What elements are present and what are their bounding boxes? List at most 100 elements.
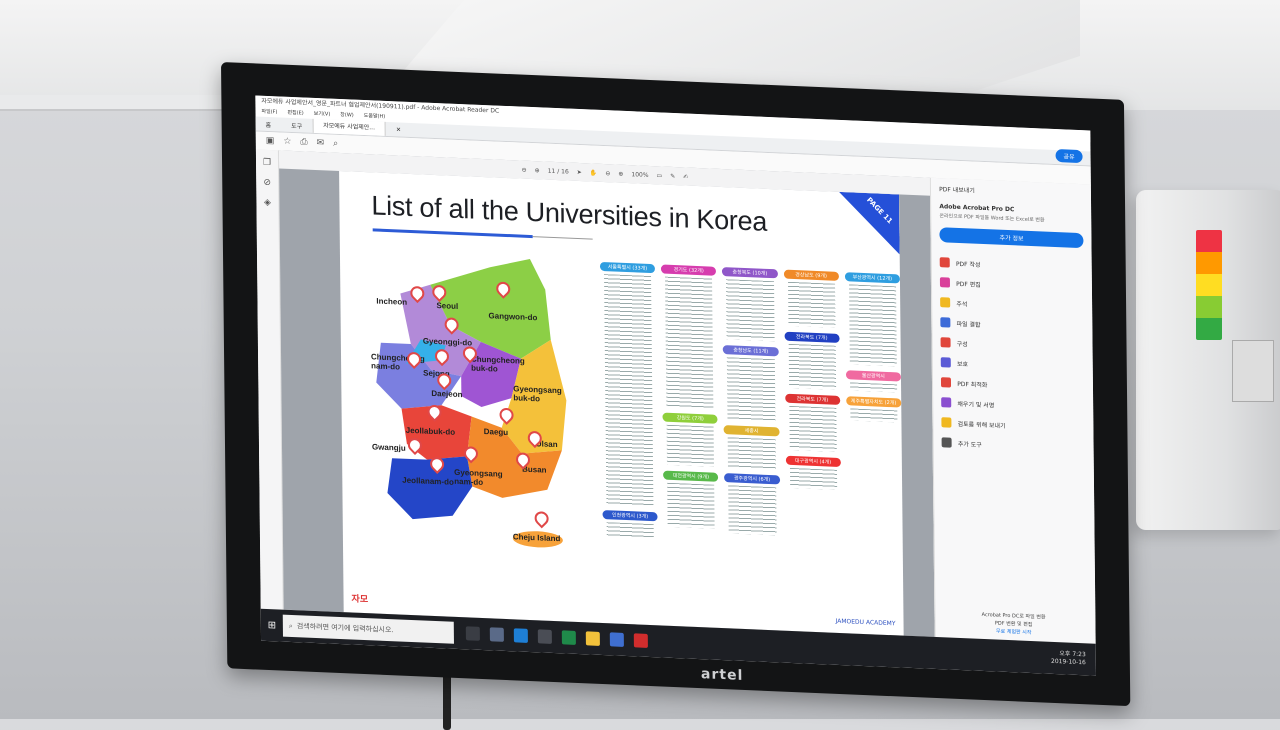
list-group: 강원도 (7개) xyxy=(662,412,719,467)
search-icon: ⌕ xyxy=(288,621,293,630)
list-group: 대전광역시 (9개) xyxy=(663,470,719,529)
group-tag: 충청남도 (11개) xyxy=(723,345,779,357)
combine-files-icon xyxy=(940,317,951,328)
share-button[interactable]: 공유 xyxy=(1055,148,1083,164)
clock-date: 2019-10-16 xyxy=(1050,657,1086,667)
promo-box: Acrobat Pro DC로 파일 변환 PDF 변환 및 편집 무료 체험판… xyxy=(944,609,1084,639)
menu-edit[interactable]: 편집(E) xyxy=(287,109,303,119)
windows-start-icon[interactable]: ⊞ xyxy=(261,619,283,631)
group-tag: 서울특별시 (33개) xyxy=(599,261,656,274)
protect-icon xyxy=(940,357,952,368)
list-column: 경상남도 (9개) 전라북도 (7개) 전라북도 (7개) 대구광역시 (4개) xyxy=(783,269,842,602)
comment-tool-icon xyxy=(940,297,951,308)
map-label-daejeon: Daejeon xyxy=(431,388,463,400)
map-label-gwangju: Gwangju xyxy=(371,442,406,453)
more-tools-icon xyxy=(941,437,952,448)
save-icon[interactable]: ▣ xyxy=(266,136,275,146)
list-group: 광주광역시 (6개) xyxy=(724,473,780,536)
jamo-logo: 자모 xyxy=(351,594,369,606)
edge-icon[interactable] xyxy=(513,628,528,643)
wall-ac-unit xyxy=(1136,190,1280,530)
sign-icon[interactable]: ✍ xyxy=(683,173,688,180)
list-group: 부산광역시 (12개) xyxy=(844,272,901,367)
bookmark-star-icon[interactable]: ☆ xyxy=(283,137,291,147)
page-ribbon: PAGE 11 xyxy=(839,192,900,255)
task-view-icon[interactable] xyxy=(465,626,480,641)
university-list: 서울특별시 (33개) 인천광역시 (3개) 경기도 (32개) 강원도 (7개… xyxy=(599,261,903,605)
group-tag: 울산광역시 xyxy=(845,370,901,382)
list-group: 경기도 (32개) xyxy=(661,264,718,409)
map-label-gyeongnam: Gyeongsang nam-do xyxy=(454,467,503,488)
acrobat-app-icon[interactable] xyxy=(633,633,648,648)
zoom-level[interactable]: 100% xyxy=(631,171,648,179)
map-label-gyeongbuk: Gyeongsang buk-do xyxy=(513,384,562,404)
tab-home[interactable]: 홈 xyxy=(256,119,282,129)
list-group: 전라북도 (7개) xyxy=(784,331,840,390)
layers-icon[interactable]: ◈ xyxy=(264,198,271,208)
excel-app-icon[interactable] xyxy=(561,630,576,645)
list-column: 경기도 (32개) 강원도 (7개) 대전광역시 (9개) xyxy=(661,264,720,596)
app-window-icon[interactable] xyxy=(609,632,624,647)
map-label-chungbuk: Chungcheong buk-do xyxy=(470,354,525,374)
pdf-page: List of all the Universities in Korea PA… xyxy=(339,170,904,636)
wall-molding xyxy=(0,95,250,111)
menu-file[interactable]: 파일(F) xyxy=(261,108,277,118)
page-indicator[interactable]: 11 / 16 xyxy=(548,167,569,175)
edit-pdf-icon xyxy=(940,277,951,288)
ac-panel xyxy=(1232,340,1274,402)
group-tag: 강원도 (7개) xyxy=(662,412,718,424)
korea-map: Incheon Seoul Gangwon-do Gyeonggi-do Chu… xyxy=(370,242,588,551)
list-column: 서울특별시 (33개) 인천광역시 (3개) xyxy=(599,261,659,594)
group-tag: 전라북도 (7개) xyxy=(784,393,841,405)
create-pdf-icon xyxy=(939,257,950,268)
group-tag: 충청북도 (10개) xyxy=(722,267,778,279)
list-group: 전라북도 (7개) xyxy=(784,393,841,452)
file-explorer-icon[interactable] xyxy=(585,631,600,646)
store-icon[interactable] xyxy=(489,627,504,642)
group-tag: 부산광역시 (12개) xyxy=(844,272,900,284)
export-pdf-header[interactable]: PDF 내보내기 xyxy=(939,184,1083,199)
work-area: ❐ ⊘ ◈ ⊖ ⊕ 11 / 16 ➤ ✋ ⊖ ⊕ 100% ▭ ✎ ✍ Lis… xyxy=(255,148,1096,644)
fill-sign-icon xyxy=(941,397,952,408)
group-tag: 세종시 xyxy=(723,425,780,437)
system-tray[interactable]: 오후 7:23 2019-10-16 xyxy=(1051,650,1086,667)
search-placeholder: 검색하려면 여기에 입력하십시오. xyxy=(296,622,394,635)
taskbar-apps xyxy=(465,626,648,648)
map-label-incheon: Incheon xyxy=(376,296,408,307)
pages-icon[interactable]: ❐ xyxy=(263,158,271,168)
organize-icon xyxy=(940,337,951,348)
prev-page-icon[interactable]: ⊖ xyxy=(522,166,527,173)
screen: 자모에듀 사업제안서_영문_파트너 협업제안서(190911).pdf - Ad… xyxy=(255,95,1096,676)
group-tag: 경기도 (32개) xyxy=(661,264,717,276)
list-group: 서울특별시 (33개) xyxy=(599,261,658,507)
taskbar-search[interactable]: ⌕ 검색하려면 여기에 입력하십시오. xyxy=(282,614,454,644)
zoom-out-icon[interactable]: ⊖ xyxy=(605,170,610,177)
mail-icon[interactable]: ✉ xyxy=(317,138,325,148)
list-group: 충청남도 (11개) xyxy=(723,345,779,422)
group-tag: 광주광역시 (6개) xyxy=(724,473,780,485)
tab-tools[interactable]: 도구 xyxy=(281,120,312,130)
tv-brand-logo: artel xyxy=(700,666,744,684)
close-tab-icon[interactable]: ✕ xyxy=(386,125,411,133)
group-tag: 인천광역시 (3개) xyxy=(602,510,658,522)
optimize-pdf-icon xyxy=(941,377,952,388)
comment-icon[interactable]: ▭ xyxy=(656,172,662,179)
attachment-icon[interactable]: ⊘ xyxy=(263,178,271,188)
select-tool-icon[interactable]: ➤ xyxy=(577,168,582,175)
next-page-icon[interactable]: ⊕ xyxy=(535,167,540,174)
more-info-button[interactable]: 추가 정보 xyxy=(939,227,1084,249)
hand-tool-icon[interactable]: ✋ xyxy=(590,169,598,176)
list-group: 제주특별자치도 (2개) xyxy=(845,396,902,423)
list-column: 충청북도 (10개) 충청남도 (11개) 세종시 광주광역시 (6개) xyxy=(722,267,781,599)
search-icon[interactable]: ⌕ xyxy=(333,139,338,149)
title-underline-thin xyxy=(532,236,593,240)
mail-app-icon[interactable] xyxy=(537,629,552,644)
list-group: 울산광역시 xyxy=(845,370,901,393)
print-icon[interactable]: ⎙ xyxy=(300,137,307,147)
tv-monitor: 자모에듀 사업제안서_영문_파트너 협업제안서(190911).pdf - Ad… xyxy=(221,62,1131,707)
zoom-in-icon[interactable]: ⊕ xyxy=(618,170,623,177)
list-group: 충청북도 (10개) xyxy=(722,267,778,342)
list-group: 경상남도 (9개) xyxy=(783,269,839,328)
title-underline xyxy=(372,228,533,239)
pen-icon[interactable]: ✎ xyxy=(670,172,675,179)
